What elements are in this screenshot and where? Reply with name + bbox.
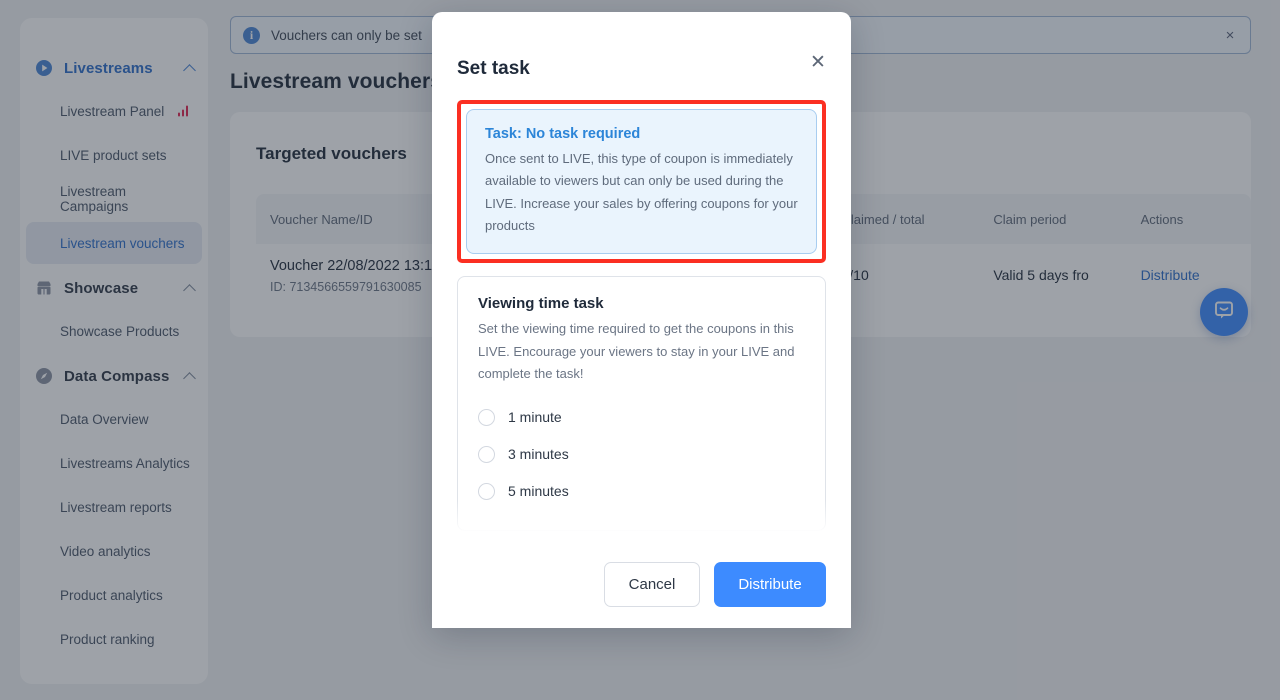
radio-circle-icon: [478, 482, 495, 500]
task-option-no-task-required[interactable]: Task: No task required Once sent to LIVE…: [466, 109, 817, 255]
radio-label: 1 minute: [508, 409, 562, 426]
radio-label: 3 minutes: [508, 446, 569, 463]
card-title: Task: No task required: [485, 126, 641, 142]
radio-circle-icon: [478, 445, 495, 463]
card-description: Once sent to LIVE, this type of coupon i…: [485, 151, 798, 234]
modal-body[interactable]: Task: No task required Once sent to LIVE…: [432, 96, 851, 540]
task-option-viewing-time[interactable]: Viewing time task Set the viewing time r…: [457, 276, 826, 531]
radio-label: 5 minutes: [508, 483, 569, 500]
viewing-time-radio-group: 1 minute 3 minutes 5 minutes: [478, 399, 805, 510]
highlight-frame: Task: No task required Once sent to LIVE…: [457, 100, 826, 264]
radio-option-1-minute[interactable]: 1 minute: [478, 399, 805, 436]
distribute-button[interactable]: Distribute: [714, 561, 826, 607]
cancel-button[interactable]: Cancel: [604, 561, 700, 607]
radio-option-5-minutes[interactable]: 5 minutes: [478, 473, 805, 510]
card-title: Viewing time task: [478, 295, 604, 313]
modal-footer: Cancel Distribute: [432, 540, 851, 628]
radio-circle-icon: [478, 408, 495, 426]
card-description: Set the viewing time required to get the…: [478, 321, 795, 382]
close-icon[interactable]: ✕: [806, 50, 830, 74]
modal-title: Set task: [457, 58, 530, 79]
app-root: Livestreams Livestream Panel LIVE produc…: [0, 0, 1280, 700]
radio-option-3-minutes[interactable]: 3 minutes: [478, 436, 805, 473]
